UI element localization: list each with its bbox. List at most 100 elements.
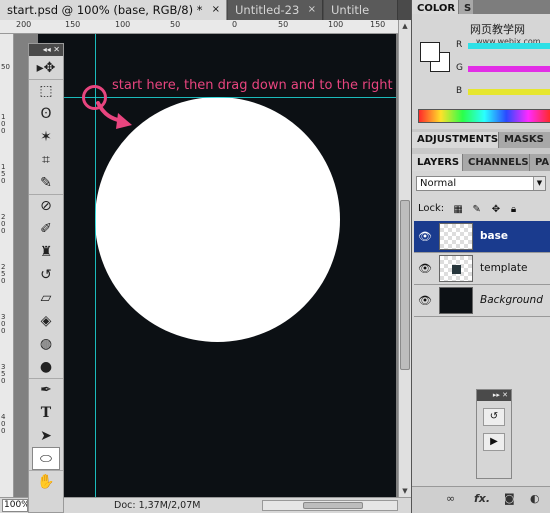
- adjustment-layer-icon[interactable]: ◐: [530, 492, 540, 505]
- scroll-down-arrow-icon[interactable]: ▼: [399, 485, 411, 497]
- layer-thumbnail: [439, 255, 473, 282]
- fx-icon[interactable]: fx.: [474, 492, 490, 505]
- tab-untitled[interactable]: Untitle: [324, 0, 398, 20]
- close-icon[interactable]: ×: [308, 0, 316, 20]
- ruler-label: 2 5 0: [1, 263, 6, 285]
- eye-icon[interactable]: 👁︎: [416, 294, 434, 308]
- scroll-up-arrow-icon[interactable]: ▲: [399, 20, 411, 32]
- layer-thumbnail: [439, 223, 473, 250]
- white-circle-shape[interactable]: [95, 97, 340, 342]
- scroll-thumb[interactable]: [303, 502, 363, 509]
- eye-icon[interactable]: 👁︎: [416, 262, 434, 276]
- eyedropper-tool-icon[interactable]: ✎: [29, 171, 63, 194]
- actions-play-icon[interactable]: ▶: [483, 433, 505, 451]
- lock-position-icon[interactable]: ✥: [492, 204, 502, 215]
- history-brush-tool-icon[interactable]: ↺: [29, 263, 63, 286]
- ruler-label: 3 0 0: [1, 313, 6, 335]
- type-tool-icon[interactable]: T: [29, 401, 63, 424]
- canvas-area[interactable]: start here, then drag down and to the ri…: [14, 34, 398, 497]
- ruler-label: 150: [370, 20, 386, 29]
- brush-tool-icon[interactable]: ✐: [29, 217, 63, 240]
- horizontal-ruler[interactable]: 200 150 100 50 0 50 100 150: [0, 20, 398, 34]
- history-icon[interactable]: ↺: [483, 408, 505, 426]
- ruler-label: 100: [115, 20, 131, 29]
- vertical-ruler[interactable]: 50 1 0 0 1 5 0 2 0 0 2 5 0 3 0 0 3 5 0 4…: [0, 34, 14, 497]
- layer-name[interactable]: template: [480, 262, 527, 274]
- slider-label-g: G: [456, 63, 463, 73]
- foreground-color-swatch[interactable]: [420, 42, 440, 62]
- lasso-tool-icon[interactable]: ʘ: [29, 102, 63, 125]
- tab-untitled-23[interactable]: Untitled-23 ×: [228, 0, 323, 20]
- ruler-label: 3 5 0: [1, 363, 6, 385]
- ellipse-tool-icon[interactable]: ⬭: [32, 447, 60, 470]
- document-window: start.psd @ 100% (base, RGB/8) * × Untit…: [0, 0, 411, 513]
- link-layers-icon[interactable]: ∞: [446, 492, 455, 505]
- chevron-down-icon[interactable]: ▼: [533, 177, 545, 190]
- right-panel-dock: COLOR S 网页教学网 www.webjx.com R G B ADJUST…: [411, 0, 550, 513]
- close-icon[interactable]: ×: [212, 0, 220, 20]
- scroll-thumb[interactable]: [400, 200, 410, 370]
- blue-slider[interactable]: [468, 89, 550, 95]
- move-tool-icon[interactable]: ▸✥: [29, 56, 63, 79]
- ruler-label: 4 0 0: [1, 413, 6, 435]
- ruler-label: 200: [16, 20, 32, 29]
- layers-panel: Normal ▼ Lock: ▦ ✎ ✥ 🔒︎ 👁︎ base 👁︎ templ…: [412, 171, 550, 513]
- lock-pixels-icon[interactable]: ✎: [473, 204, 483, 215]
- vertical-scrollbar[interactable]: ▲ ▼: [398, 20, 411, 497]
- lock-transparency-icon[interactable]: ▦: [453, 204, 463, 215]
- layer-row-template[interactable]: 👁︎ template: [414, 253, 550, 285]
- tools-panel-header[interactable]: ◂◂ ✕: [29, 44, 63, 56]
- adjustments-panel-tabs: ADJUSTMENTS MASKS: [412, 132, 550, 148]
- layers-panel-tabs: LAYERS CHANNELS PA: [412, 154, 550, 171]
- document-tab-bar: start.psd @ 100% (base, RGB/8) * × Untit…: [0, 0, 411, 20]
- blend-mode-select[interactable]: Normal ▼: [416, 176, 546, 191]
- add-mask-icon[interactable]: ◙: [504, 492, 515, 505]
- eye-icon[interactable]: 👁︎: [416, 230, 434, 244]
- layer-row-base[interactable]: 👁︎ base: [414, 221, 550, 253]
- watermark-text: 网页教学网: [470, 23, 525, 36]
- ruler-label: 2 0 0: [1, 213, 6, 235]
- document-size-info[interactable]: Doc: 1,37M/2,07M: [114, 500, 200, 511]
- floating-mini-panel: ▸▸ ✕ ↺ ▶: [476, 389, 512, 479]
- layer-row-background[interactable]: 👁︎ Background: [414, 285, 550, 317]
- tab-paths[interactable]: PA: [530, 154, 550, 171]
- canvas[interactable]: start here, then drag down and to the ri…: [38, 34, 396, 497]
- layers-panel-footer: ∞ fx. ◙ ◐: [412, 486, 550, 513]
- blur-tool-icon[interactable]: ◍: [29, 332, 63, 355]
- layer-name[interactable]: Background: [480, 294, 543, 306]
- green-slider[interactable]: [468, 66, 550, 72]
- ruler-label: 100: [328, 20, 344, 29]
- tab-start-psd[interactable]: start.psd @ 100% (base, RGB/8) * ×: [0, 0, 227, 20]
- ruler-label: 50: [170, 20, 181, 29]
- crop-tool-icon[interactable]: ⌗: [29, 148, 63, 171]
- paint-bucket-tool-icon[interactable]: ◈: [29, 309, 63, 332]
- mini-panel-header[interactable]: ▸▸ ✕: [477, 390, 511, 401]
- tab-adjustments[interactable]: ADJUSTMENTS: [412, 132, 498, 148]
- tab-masks[interactable]: MASKS: [499, 132, 550, 148]
- ruler-label: 50: [278, 20, 289, 29]
- color-panel: 网页教学网 www.webjx.com R G B: [412, 14, 550, 129]
- red-slider[interactable]: [468, 43, 550, 49]
- ruler-label: 1 0 0: [1, 113, 6, 135]
- lock-row: Lock: ▦ ✎ ✥ 🔒︎: [418, 203, 521, 215]
- tab-layers[interactable]: LAYERS: [412, 154, 462, 171]
- path-selection-tool-icon[interactable]: ➤: [29, 424, 63, 447]
- eraser-tool-icon[interactable]: ▱: [29, 286, 63, 309]
- pen-tool-icon[interactable]: ✒: [29, 378, 63, 401]
- horizontal-scrollbar[interactable]: [262, 500, 398, 511]
- lock-all-icon[interactable]: 🔒︎: [511, 204, 521, 215]
- dodge-tool-icon[interactable]: ●: [29, 355, 63, 378]
- marquee-tool-icon[interactable]: ⬚: [29, 79, 63, 102]
- color-spectrum-bar[interactable]: [418, 109, 550, 123]
- layer-name[interactable]: base: [480, 230, 508, 242]
- lock-label: Lock:: [418, 203, 445, 214]
- instruction-text: start here, then drag down and to the ri…: [112, 78, 393, 93]
- magic-wand-tool-icon[interactable]: ✶: [29, 125, 63, 148]
- tab-channels[interactable]: CHANNELS: [463, 154, 529, 171]
- clone-stamp-tool-icon[interactable]: ♜: [29, 240, 63, 263]
- healing-brush-tool-icon[interactable]: ⊘: [29, 194, 63, 217]
- ruler-label: 50: [1, 63, 10, 71]
- hand-tool-icon[interactable]: ✋: [29, 470, 63, 493]
- zoom-field[interactable]: 100%: [2, 499, 28, 512]
- ruler-label: 0: [232, 20, 238, 29]
